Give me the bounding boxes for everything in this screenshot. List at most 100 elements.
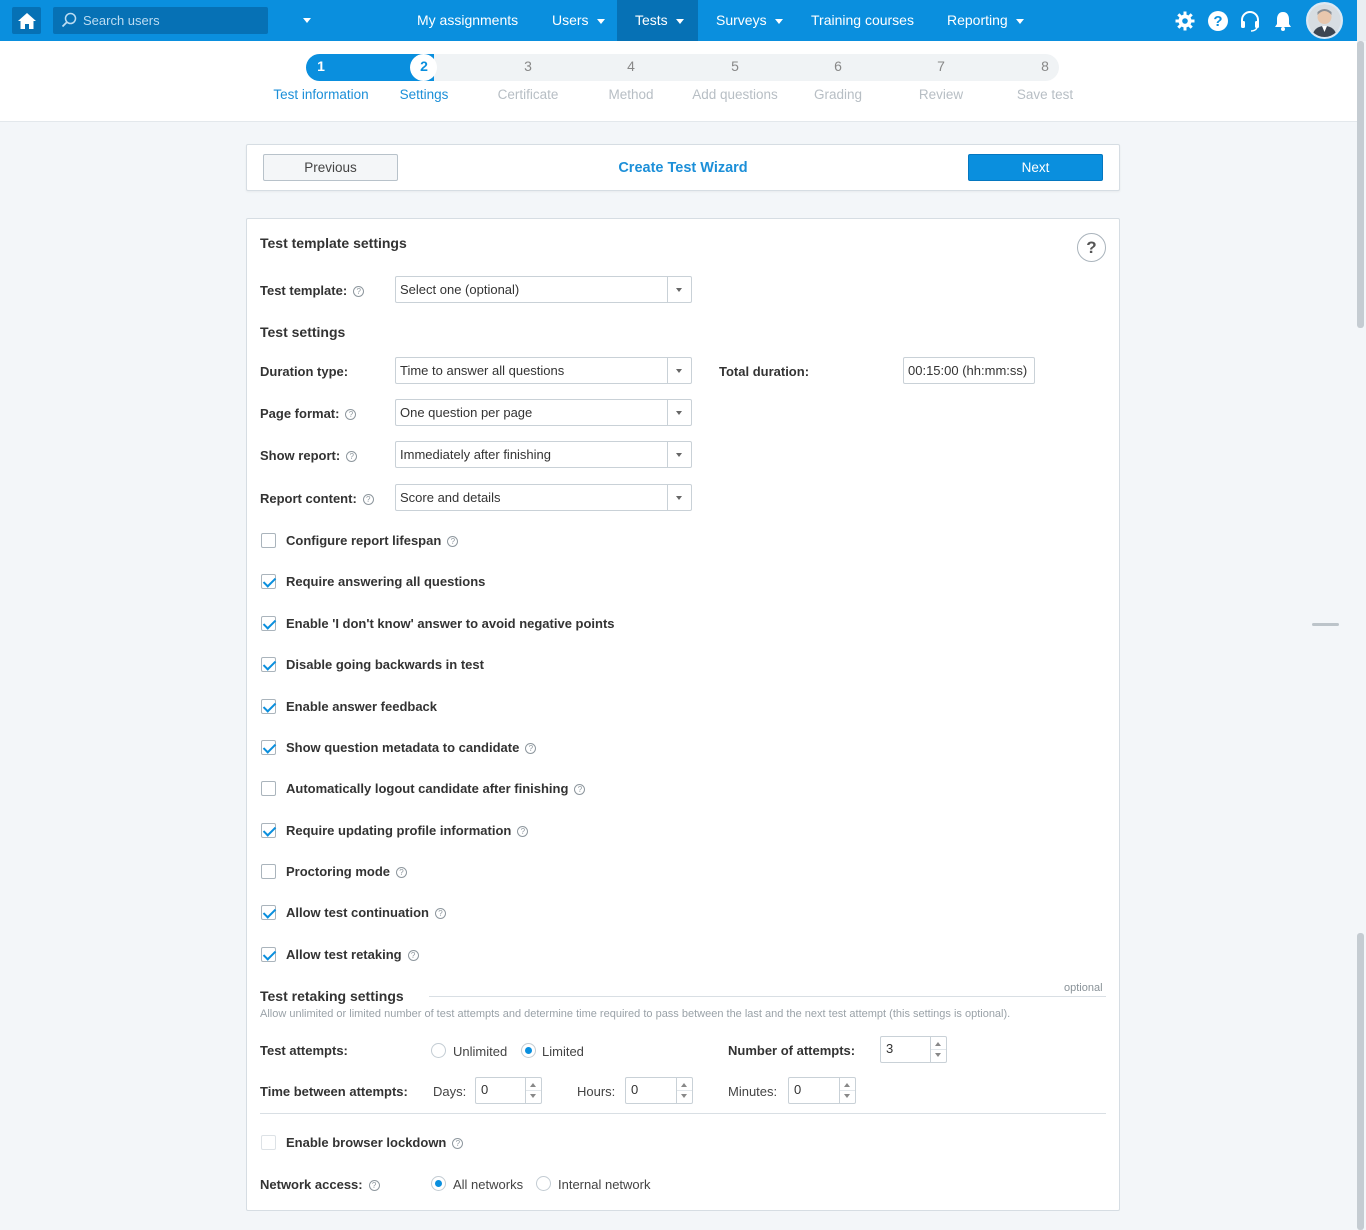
require-answering-checkbox[interactable] (261, 574, 276, 589)
search-divider (293, 7, 294, 34)
step-1-number[interactable]: 1 (306, 58, 336, 74)
nav-label: Users (552, 12, 589, 28)
step-3-number: 3 (524, 58, 532, 74)
number-of-attempts-stepper[interactable]: 3 (880, 1036, 947, 1063)
info-icon[interactable]: ? (574, 784, 586, 795)
chevron-up-icon[interactable] (530, 1083, 536, 1087)
info-icon[interactable]: ? (452, 1138, 464, 1149)
info-icon[interactable]: ? (435, 908, 446, 919)
help-icon[interactable]: ? (1207, 10, 1229, 32)
stepper-divider (526, 1090, 541, 1091)
info-icon[interactable]: ? (346, 451, 358, 462)
report-content-select[interactable]: Score and details (395, 484, 692, 511)
wizard-steps-header: 1 2 3 4 5 6 7 8 Test information Setting… (0, 41, 1366, 122)
chevron-down-icon[interactable] (844, 1094, 850, 1098)
page-scrollbar-thumb[interactable] (1357, 41, 1364, 328)
show-report-label: Show report:? (260, 448, 358, 463)
total-duration-label: Total duration: (719, 364, 810, 379)
info-icon[interactable]: ? (447, 536, 459, 547)
svg-text:?: ? (1213, 13, 1222, 30)
select-value: Select one (optional) (400, 282, 520, 297)
step-7-number: 7 (937, 58, 945, 74)
search-input[interactable] (83, 11, 263, 30)
select-divider (667, 442, 668, 467)
next-button[interactable]: Next (968, 154, 1103, 181)
update-profile-checkbox[interactable] (261, 823, 276, 838)
nav-training-courses[interactable]: Training courses (811, 0, 914, 41)
internal-network-radio[interactable] (536, 1176, 551, 1191)
total-duration-input[interactable]: 00:15:00 (hh:mm:ss) (903, 357, 1035, 384)
nav-reporting[interactable]: Reporting (947, 0, 1024, 41)
gear-icon[interactable] (1174, 10, 1196, 32)
info-icon[interactable]: ? (517, 826, 529, 837)
hours-stepper[interactable]: 0 (625, 1077, 693, 1104)
all-networks-radio[interactable] (431, 1176, 446, 1191)
test-continuation-label: Allow test continuation? (286, 905, 446, 920)
stepper-buttons[interactable] (839, 1078, 855, 1103)
step-8-number: 8 (1041, 58, 1049, 74)
unlimited-radio[interactable] (431, 1043, 446, 1058)
show-report-select[interactable]: Immediately after finishing (395, 441, 692, 468)
select-divider (667, 277, 668, 302)
time-between-attempts-label: Time between attempts: (260, 1084, 408, 1099)
chevron-down-icon (676, 411, 682, 415)
answer-feedback-checkbox[interactable] (261, 699, 276, 714)
nav-users[interactable]: Users (552, 0, 605, 41)
bell-icon[interactable] (1272, 10, 1294, 32)
chevron-up-icon[interactable] (681, 1083, 687, 1087)
duration-type-select[interactable]: Time to answer all questions (395, 357, 692, 384)
stepper-buttons[interactable] (525, 1078, 541, 1103)
info-icon[interactable]: ? (396, 867, 408, 878)
select-value: Score and details (400, 490, 501, 505)
info-icon[interactable]: ? (407, 950, 419, 961)
auto-logout-checkbox[interactable] (261, 781, 276, 796)
test-retaking-checkbox[interactable] (261, 947, 276, 962)
search-dropdown-toggle[interactable] (303, 18, 311, 23)
info-icon[interactable]: ? (362, 494, 374, 505)
previous-button[interactable]: Previous (263, 154, 398, 181)
info-icon[interactable]: ? (368, 1180, 380, 1191)
days-stepper[interactable]: 0 (475, 1077, 542, 1104)
internal-network-label: Internal network (558, 1177, 651, 1192)
optional-label: optional (1064, 982, 1103, 994)
info-icon[interactable]: ? (353, 286, 365, 297)
nav-label: Reporting (947, 12, 1008, 28)
question-metadata-checkbox[interactable] (261, 740, 276, 755)
i-dont-know-checkbox[interactable] (261, 616, 276, 631)
label-text: Allow test retaking (286, 947, 402, 962)
help-icon[interactable]: ? (1077, 233, 1106, 262)
disable-backwards-checkbox[interactable] (261, 657, 276, 672)
browser-lockdown-checkbox[interactable] (261, 1135, 276, 1150)
page-format-select[interactable]: One question per page (395, 399, 692, 426)
chevron-down-icon[interactable] (681, 1094, 687, 1098)
nav-my-assignments[interactable]: My assignments (417, 0, 518, 41)
side-handle[interactable] (1312, 623, 1339, 626)
duration-type-label: Duration type: (260, 364, 349, 379)
nav-tests[interactable]: Tests (617, 0, 698, 41)
test-template-select[interactable]: Select one (optional) (395, 276, 692, 303)
minutes-stepper[interactable]: 0 (788, 1077, 856, 1104)
limited-radio[interactable] (521, 1043, 536, 1058)
headset-icon[interactable] (1239, 10, 1261, 32)
info-icon[interactable]: ? (345, 409, 357, 420)
page-scrollbar-thumb-lower[interactable] (1357, 933, 1364, 1230)
step-2-number[interactable]: 2 (409, 58, 439, 74)
chevron-up-icon[interactable] (935, 1042, 941, 1046)
step-1-label[interactable]: Test information (261, 87, 381, 102)
info-icon[interactable]: ? (525, 743, 537, 754)
nav-surveys[interactable]: Surveys (716, 0, 783, 41)
chevron-up-icon[interactable] (844, 1083, 850, 1087)
select-divider (667, 400, 668, 425)
search-icon (61, 12, 77, 28)
avatar[interactable] (1306, 2, 1343, 39)
label-text: Test template: (260, 283, 348, 298)
proctoring-mode-checkbox[interactable] (261, 864, 276, 879)
stepper-buttons[interactable] (930, 1037, 946, 1062)
chevron-down-icon[interactable] (530, 1094, 536, 1098)
stepper-buttons[interactable] (676, 1078, 692, 1103)
step-2-label[interactable]: Settings (364, 87, 484, 102)
chevron-down-icon[interactable] (935, 1053, 941, 1057)
home-button[interactable] (12, 7, 41, 34)
test-continuation-checkbox[interactable] (261, 905, 276, 920)
configure-report-lifespan-checkbox[interactable] (261, 533, 276, 548)
